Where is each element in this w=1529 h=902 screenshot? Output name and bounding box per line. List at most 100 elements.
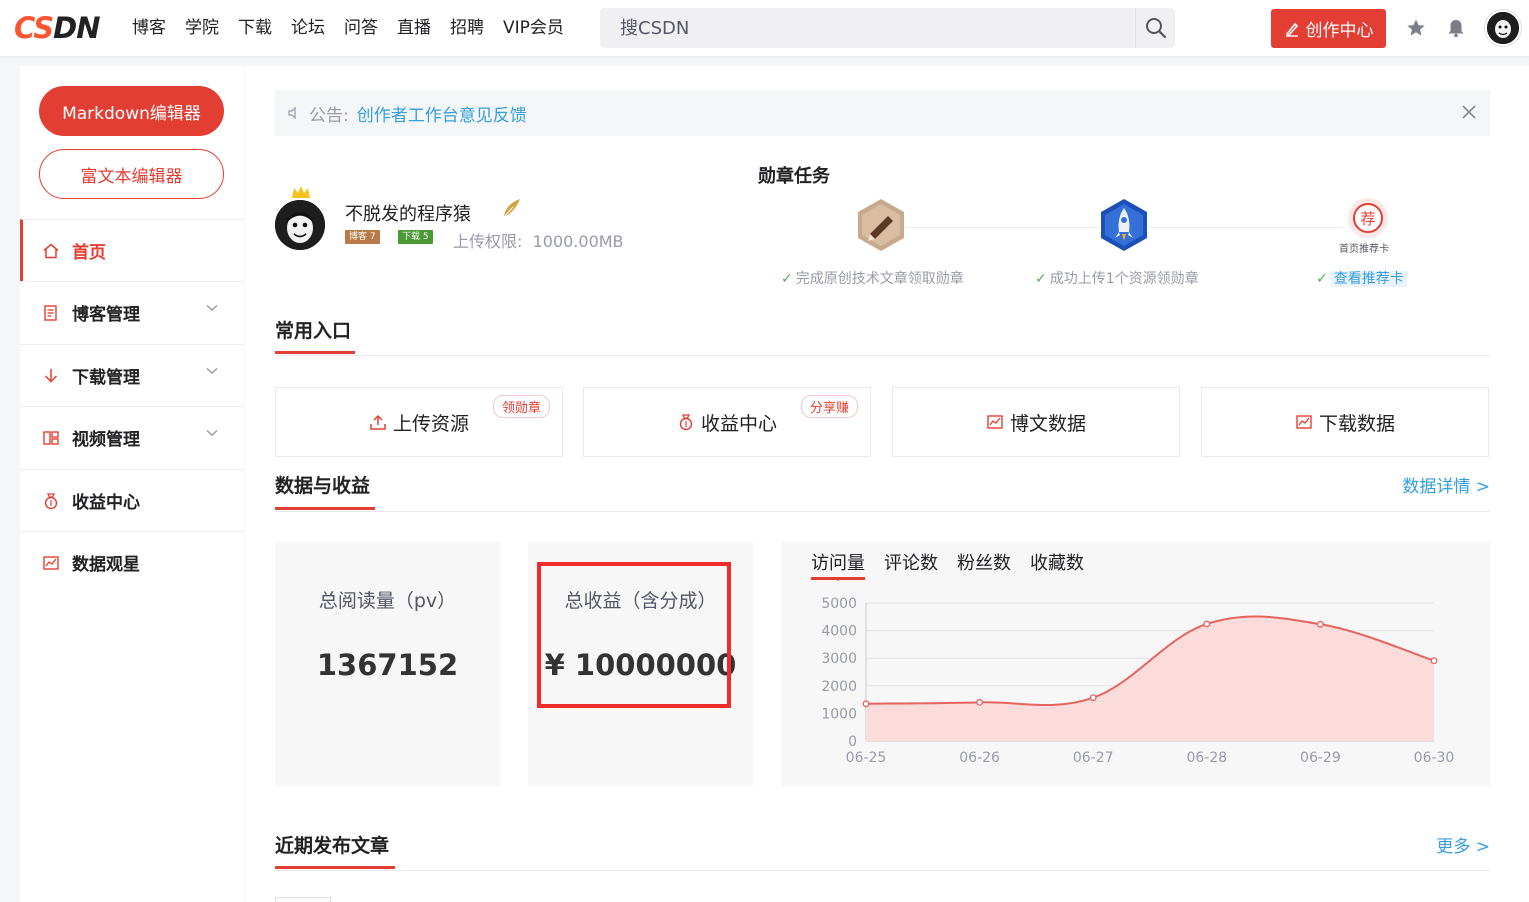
sidebar-item-income-center[interactable]: 收益中心 <box>20 469 244 531</box>
blog-data-entry[interactable]: 博文数据 <box>892 387 1180 457</box>
medal-tasks-title: 勋章任务 <box>758 166 830 187</box>
chart-icon <box>42 554 60 572</box>
data-point <box>976 698 984 706</box>
entry-label: 博文数据 <box>1009 412 1086 435</box>
data-point <box>1430 657 1438 665</box>
blog-manage-icon <box>42 304 60 322</box>
markdown-editor-button[interactable]: Markdown编辑器 <box>39 86 224 136</box>
y-tick-label: 2000 <box>821 679 857 695</box>
chevron-down-icon <box>206 367 218 374</box>
y-tick-label: 3000 <box>821 651 857 667</box>
x-tick-label: 06-27 <box>1073 750 1114 766</box>
sidebar-item-label: 收益中心 <box>72 493 140 513</box>
entry-tag: 分享赚 <box>800 395 858 418</box>
sidebar-item-video-manage[interactable]: 视频管理 <box>20 406 244 468</box>
x-tick-label: 06-28 <box>1186 750 1227 766</box>
user-avatar[interactable] <box>1485 10 1521 46</box>
recommend-card-medal[interactable]: 荐 <box>1348 198 1388 238</box>
search-icon <box>1145 18 1166 39</box>
creator-center-button[interactable]: 创作中心 <box>1271 9 1386 48</box>
data-point <box>1203 620 1211 628</box>
x-tick-label: 06-29 <box>1300 750 1341 766</box>
nav-jobs[interactable]: 招聘 <box>450 16 484 40</box>
username[interactable]: 不脱发的程序猿 <box>345 200 471 226</box>
upload-icon <box>369 413 387 431</box>
sidebar-item-label: 博客管理 <box>72 305 140 325</box>
series-area <box>866 616 1434 741</box>
data-point <box>862 700 870 708</box>
search-box <box>600 8 1175 48</box>
nav-blog[interactable]: 博客 <box>132 16 166 40</box>
favorites-button[interactable] <box>1404 16 1428 40</box>
rocket-medal-icon <box>1101 199 1147 251</box>
y-tick-label: 1000 <box>821 706 857 722</box>
visits-line-chart: 0 1000 2000 3000 4000 5000 06-25 06-26 06-27 06-2… <box>821 596 1454 766</box>
video-icon <box>42 429 60 447</box>
data-details-link[interactable]: 数据详情 > <box>1402 472 1490 497</box>
nav-vip[interactable]: VIP会员 <box>503 16 564 40</box>
nav-qa[interactable]: 问答 <box>344 16 378 40</box>
chevron-down-icon <box>206 304 218 311</box>
resource-upload-medal[interactable] <box>1099 198 1149 252</box>
profile-avatar[interactable] <box>275 200 325 250</box>
nav-download[interactable]: 下载 <box>238 16 272 40</box>
medal-connector <box>1148 227 1343 228</box>
sidebar-item-download-manage[interactable]: 下载管理 <box>20 344 244 406</box>
data-point <box>1316 620 1324 628</box>
original-article-medal[interactable] <box>856 198 906 252</box>
star-icon <box>1407 19 1425 36</box>
pencil-medal-icon <box>858 199 904 251</box>
csdn-logo[interactable]: CSDN <box>14 13 100 43</box>
nav-live[interactable]: 直播 <box>397 16 431 40</box>
notifications-button[interactable] <box>1444 16 1468 40</box>
sidebar-item-blog-manage[interactable]: 博客管理 <box>20 281 244 343</box>
section-underline <box>275 507 375 510</box>
chart-icon <box>1295 413 1313 431</box>
sidebar-item-label: 下载管理 <box>72 368 140 388</box>
search-input[interactable] <box>600 8 1135 48</box>
total-pv-card: 总阅读量（pv） 1367152 <box>275 542 500 786</box>
announcement-bar: 公告: 创作者工作台意见反馈 <box>275 90 1490 136</box>
more-articles-link[interactable]: 更多 > <box>1436 832 1490 857</box>
richtext-editor-button[interactable]: 富文本编辑器 <box>39 149 224 199</box>
medal-caption: ✓ 成功上传1个资源领勋章 <box>1035 271 1199 287</box>
entry-label: 收益中心 <box>700 412 777 435</box>
nav-academy[interactable]: 学院 <box>185 16 219 40</box>
money-bag-icon <box>42 492 60 510</box>
creator-center-label: 创作中心 <box>1305 21 1374 41</box>
x-tick-label: 06-26 <box>959 750 1000 766</box>
x-tick-label: 06-25 <box>846 750 887 766</box>
sidebar-item-label: 首页 <box>72 243 106 263</box>
nav-forum[interactable]: 论坛 <box>291 16 325 40</box>
bell-icon <box>1448 20 1464 38</box>
article-thumbnail[interactable] <box>275 897 331 902</box>
upload-resource-entry[interactable]: 上传资源 领勋章 <box>275 387 563 457</box>
search-button[interactable] <box>1135 8 1175 48</box>
feather-badge-icon <box>503 199 520 218</box>
crown-icon <box>292 186 310 198</box>
main-content: 公告: 创作者工作台意见反馈 不脱发的程序猿 博客 7 下载 5 上传权限: 1… <box>245 66 1529 902</box>
visits-chart-panel: 访问量 评论数 粉丝数 收藏数 0 1000 2000 3000 4000 5000 06-… <box>781 542 1490 786</box>
entry-label: 下载数据 <box>1318 412 1395 435</box>
close-icon[interactable] <box>1460 103 1478 121</box>
sidebar: Markdown编辑器 富文本编辑器 首页 博客管理 下载管理 视频管理 收益中… <box>20 66 244 902</box>
data-income-title: 数据与收益 <box>275 475 371 497</box>
announcement-link[interactable]: 创作者工作台意见反馈 <box>357 101 527 126</box>
section-divider <box>275 511 1490 512</box>
recommend-char: 荐 <box>1353 203 1383 233</box>
money-bag-icon <box>677 413 695 431</box>
sidebar-item-label: 视频管理 <box>72 430 140 450</box>
download-data-entry[interactable]: 下载数据 <box>1201 387 1489 457</box>
view-recommend-card-link[interactable]: 查看推荐卡 <box>1330 271 1407 287</box>
entry-tag: 领勋章 <box>492 395 550 418</box>
top-navigation-bar: CSDN 博客 学院 下载 论坛 问答 直播 招聘 VIP会员 创作中心 <box>0 0 1529 56</box>
medal-caption: ✓ 查看推荐卡 <box>1316 268 1407 288</box>
sidebar-item-home[interactable]: 首页 <box>20 219 244 281</box>
highlight-box <box>537 562 731 708</box>
main-nav: 博客 学院 下载 论坛 问答 直播 招聘 VIP会员 <box>132 16 583 40</box>
upload-quota: 上传权限: 1000.00MB <box>453 232 624 251</box>
sidebar-item-data-stars[interactable]: 数据观星 <box>20 531 244 593</box>
section-divider <box>275 870 1490 871</box>
total-pv-value: 1367152 <box>316 648 459 682</box>
income-center-entry[interactable]: 收益中心 分享赚 <box>583 387 871 457</box>
